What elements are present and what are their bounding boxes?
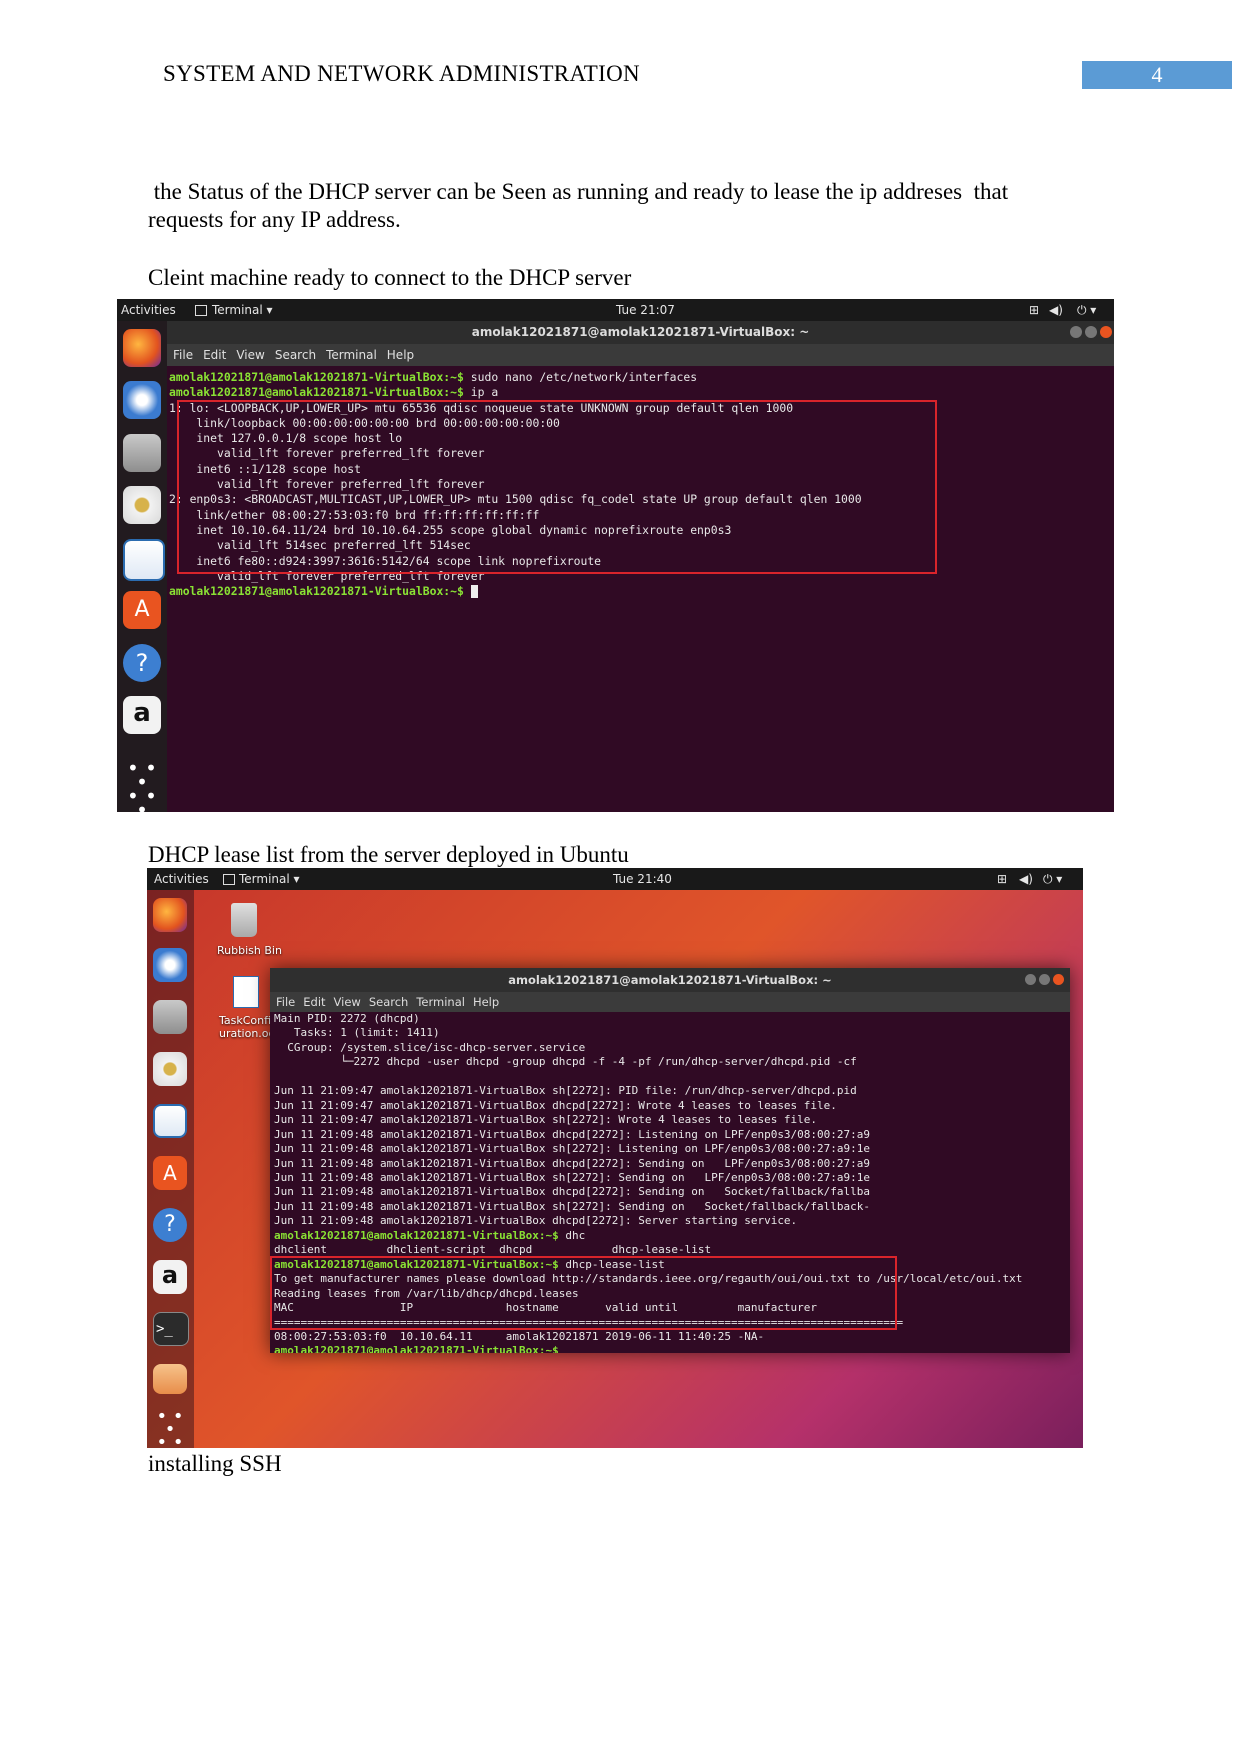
volume-icon[interactable]: ◀) <box>1019 872 1033 886</box>
rhythmbox-icon[interactable] <box>123 486 161 524</box>
menu-edit[interactable]: Edit <box>203 344 226 366</box>
client-terminal-screenshot: Activities Terminal ▾ Tue 21:07 ⊞ ◀) ⏻ ▾… <box>117 299 1114 812</box>
software-center-icon[interactable]: A <box>123 591 161 629</box>
activities-button[interactable]: Activities <box>154 872 209 886</box>
files-icon[interactable] <box>123 434 161 472</box>
launcher-dock: A ? a • • •• • •• • • <box>117 321 167 812</box>
terminal-window-title: amolak12021871@amolak12021871-VirtualBox… <box>270 968 1070 992</box>
network-icon[interactable]: ⊞ <box>1029 303 1039 317</box>
rhythmbox-icon[interactable] <box>153 1052 187 1086</box>
power-icon[interactable]: ⏻ ▾ <box>1043 872 1062 887</box>
app-menu[interactable]: Terminal ▾ <box>239 872 300 886</box>
body-paragraph: the Status of the DHCP server can be See… <box>148 178 1108 234</box>
menu-search[interactable]: Search <box>275 344 316 366</box>
rubbish-bin-icon[interactable] <box>231 903 257 937</box>
thunderbird-icon[interactable] <box>153 948 187 982</box>
terminal-launcher-icon[interactable]: >_ <box>153 1312 189 1346</box>
menu-search[interactable]: Search <box>369 992 409 1012</box>
amazon-icon[interactable]: a <box>153 1260 187 1294</box>
gnome-top-bar: Activities Terminal ▾ Tue 21:07 ⊞ ◀) ⏻ ▾ <box>117 299 1114 321</box>
power-icon[interactable]: ⏻ ▾ <box>1077 303 1096 318</box>
paragraph-line-2: requests for any IP address. <box>148 207 401 232</box>
running-header-title: SYSTEM AND NETWORK ADMINISTRATION <box>163 61 640 86</box>
volume-icon[interactable]: ◀) <box>1049 303 1063 317</box>
firefox-icon[interactable] <box>123 329 161 367</box>
menu-view[interactable]: View <box>236 344 264 366</box>
terminal-menubar: File Edit View Search Terminal Help <box>167 344 1114 366</box>
files-icon[interactable] <box>153 1000 187 1034</box>
terminal-icon <box>195 305 207 316</box>
menu-terminal[interactable]: Terminal <box>326 344 377 366</box>
menu-help[interactable]: Help <box>387 344 414 366</box>
terminal-content[interactable]: amolak12021871@amolak12021871-VirtualBox… <box>167 366 1114 812</box>
firefox-icon[interactable] <box>153 898 187 932</box>
menu-file[interactable]: File <box>173 344 193 366</box>
clock[interactable]: Tue 21:40 <box>613 872 672 886</box>
page-number: 4 <box>1082 61 1232 89</box>
help-icon[interactable]: ? <box>153 1208 187 1242</box>
terminal-line: amolak12021871@amolak12021871-VirtualBox… <box>169 584 1114 599</box>
terminal-line: amolak12021871@amolak12021871-VirtualBox… <box>169 370 698 384</box>
software-center-icon[interactable]: A <box>153 1156 187 1190</box>
terminal-window-title: amolak12021871@amolak12021871-VirtualBox… <box>167 321 1114 344</box>
caption-installing-ssh: installing SSH <box>148 1451 282 1476</box>
highlight-box <box>177 400 937 574</box>
network-icon[interactable]: ⊞ <box>997 872 1007 886</box>
writer-icon[interactable] <box>153 1104 187 1138</box>
amazon-icon[interactable]: a <box>123 696 161 734</box>
close-icon[interactable] <box>1053 974 1064 985</box>
highlight-box <box>270 1256 897 1330</box>
terminal-line: amolak12021871@amolak12021871-VirtualBox… <box>274 1344 559 1353</box>
caption-client: Cleint machine ready to connect to the D… <box>148 265 632 290</box>
maximize-icon[interactable] <box>1085 326 1097 338</box>
menu-file[interactable]: File <box>276 992 295 1012</box>
menu-terminal[interactable]: Terminal <box>416 992 465 1012</box>
minimize-icon[interactable] <box>1025 974 1036 985</box>
clock[interactable]: Tue 21:07 <box>616 303 675 317</box>
thunderbird-icon[interactable] <box>123 381 161 419</box>
terminal-menubar: File Edit View Search Terminal Help <box>270 992 1070 1012</box>
server-lease-screenshot: Activities Terminal ▾ Tue 21:40 ⊞ ◀) ⏻ ▾… <box>147 868 1083 1448</box>
app-menu[interactable]: Terminal ▾ <box>212 303 273 317</box>
help-icon[interactable]: ? <box>123 644 161 682</box>
paragraph-line-1: the Status of the DHCP server can be See… <box>148 179 1009 204</box>
rubbish-bin-label: Rubbish Bin <box>217 944 282 957</box>
activities-button[interactable]: Activities <box>121 303 176 317</box>
archive-icon[interactable] <box>153 1364 187 1394</box>
terminal-line: amolak12021871@amolak12021871-VirtualBox… <box>274 1228 586 1242</box>
document-file-label: TaskConfi uration.od <box>219 1014 276 1040</box>
launcher-dock: A ? a >_ • • •• • •• • • <box>147 890 194 1448</box>
dhcp-status-output: Main PID: 2272 (dhcpd) Tasks: 1 (limit: … <box>274 1012 871 1228</box>
gnome-top-bar: Activities Terminal ▾ Tue 21:40 ⊞ ◀) ⏻ ▾ <box>147 868 1083 890</box>
menu-view[interactable]: View <box>334 992 361 1012</box>
menu-edit[interactable]: Edit <box>303 992 325 1012</box>
writer-icon[interactable] <box>123 539 165 581</box>
close-icon[interactable] <box>1100 326 1112 338</box>
maximize-icon[interactable] <box>1039 974 1050 985</box>
terminal-icon <box>223 874 235 885</box>
terminal-line: amolak12021871@amolak12021871-VirtualBox… <box>169 385 499 400</box>
menu-help[interactable]: Help <box>473 992 499 1012</box>
caption-lease-list: DHCP lease list from the server deployed… <box>148 842 629 867</box>
minimize-icon[interactable] <box>1070 326 1082 338</box>
terminal-window: amolak12021871@amolak12021871-VirtualBox… <box>270 968 1070 1353</box>
show-apps-icon[interactable]: • • •• • •• • • <box>153 1408 187 1449</box>
document-file-icon[interactable] <box>233 976 259 1008</box>
text-cursor <box>470 585 478 599</box>
show-apps-icon[interactable]: • • •• • •• • • <box>123 758 161 812</box>
